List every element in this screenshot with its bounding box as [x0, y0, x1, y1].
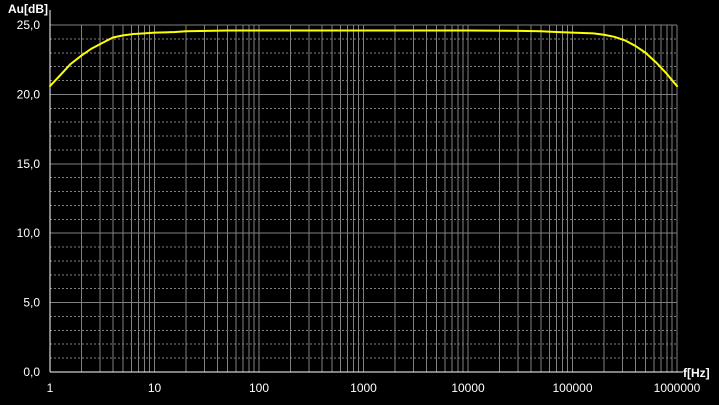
frequency-response-chart: 0,0 5,0 10,0 15,0 20,0 25,0 1 10 100 1000 10000 100… — [0, 0, 719, 405]
y-tick-label: 20,0 — [17, 87, 41, 101]
y-tick-label: 10,0 — [17, 226, 41, 240]
x-tick-label: 10000 — [451, 381, 485, 395]
y-tick-label: 0,0 — [23, 365, 40, 379]
y-axis-label: Au[dB] — [8, 2, 48, 16]
x-tick-label: 10 — [148, 381, 162, 395]
x-tick-label: 1 — [47, 381, 54, 395]
y-tick-label: 25,0 — [17, 18, 41, 32]
x-axis-label: f[Hz] — [683, 366, 710, 380]
y-tick-label: 5,0 — [23, 296, 40, 310]
x-tick-label: 100000 — [552, 381, 592, 395]
y-tick-label: 15,0 — [17, 157, 41, 171]
x-tick-label: 1000 — [350, 381, 377, 395]
x-tick-label: 1000000 — [654, 381, 701, 395]
x-tick-label: 100 — [249, 381, 269, 395]
